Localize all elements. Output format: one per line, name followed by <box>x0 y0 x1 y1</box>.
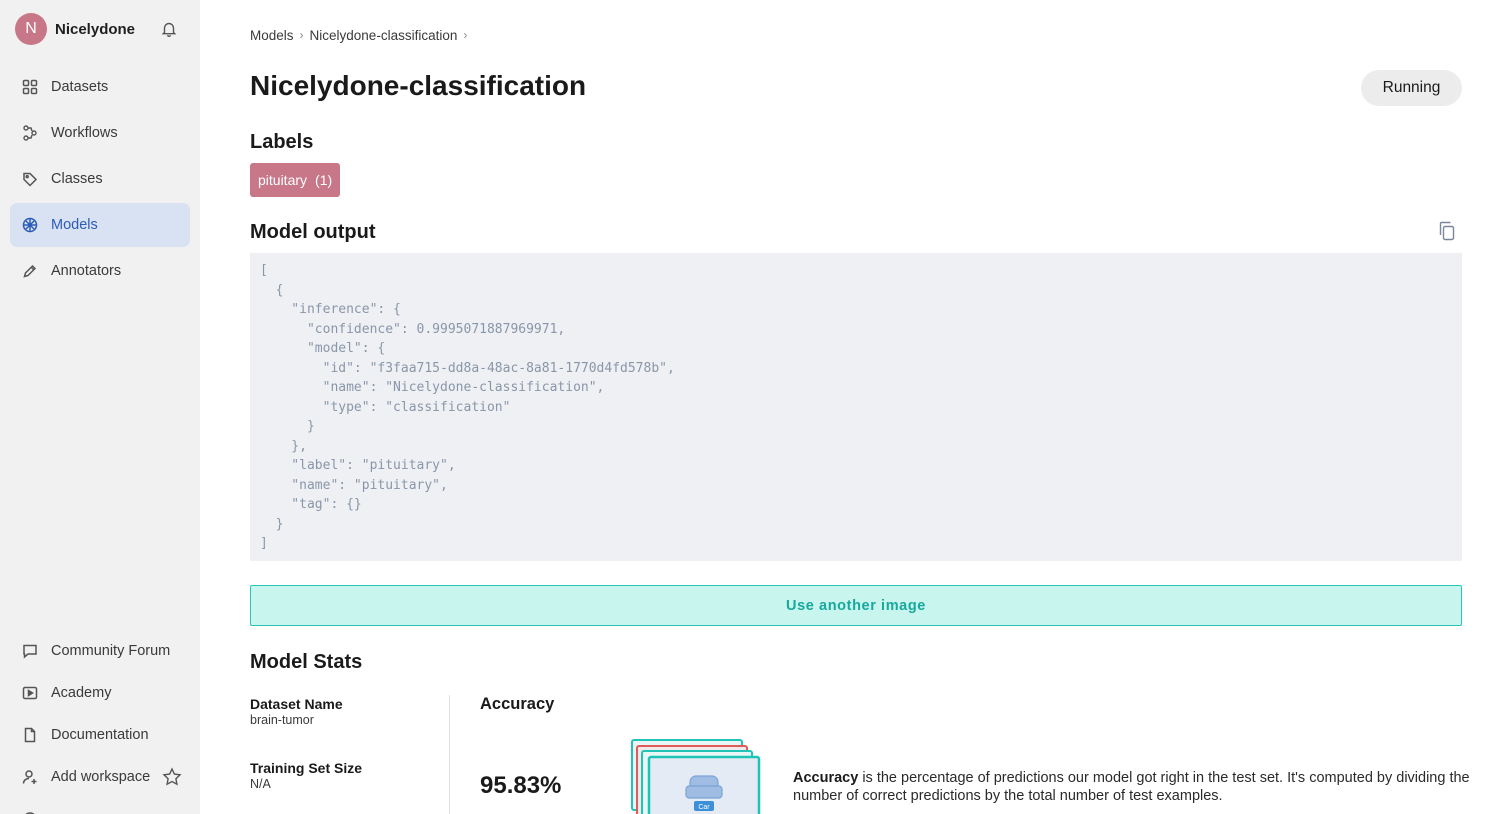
workflow-icon <box>22 125 38 141</box>
sidebar-item-academy[interactable]: Academy <box>10 671 190 715</box>
sidebar-item-community-forum[interactable]: Community Forum <box>10 629 190 673</box>
accuracy-value: 95.83% <box>480 772 562 799</box>
sidebar-item-workflows[interactable]: Workflows <box>10 111 190 155</box>
sidebar-item-label: Add workspace <box>51 769 151 785</box>
divider <box>449 695 450 814</box>
brain-icon <box>22 217 38 233</box>
pen-icon <box>22 263 38 279</box>
breadcrumb: Models › Nicelydone-classification › <box>250 26 473 44</box>
sidebar-item-classes[interactable]: Classes <box>10 157 190 201</box>
labels-heading: Labels <box>250 131 314 153</box>
accuracy-illustration: Car <box>631 739 761 814</box>
sidebar-item-label: Datasets <box>51 79 109 95</box>
sidebar-item-label: Community Forum <box>51 643 171 659</box>
tag-icon <box>22 171 38 187</box>
accuracy-term: Accuracy <box>793 770 859 786</box>
sidebar-item-annotators[interactable]: Annotators <box>10 249 190 293</box>
sidebar-item-label: Models <box>51 217 98 233</box>
breadcrumb-models[interactable]: Models <box>250 28 294 43</box>
sidebar-item-documentation[interactable]: Documentation <box>10 713 190 757</box>
model-output-heading: Model output <box>250 221 376 243</box>
illustration-label: Car <box>698 804 710 811</box>
training-set-size-value: N/A <box>250 777 271 791</box>
sidebar-item-label: Annotators <box>51 263 122 279</box>
sidebar-item-partial[interactable] <box>10 797 190 814</box>
training-set-size-label: Training Set Size <box>250 760 363 776</box>
play-icon <box>22 685 38 701</box>
breadcrumb-current[interactable]: Nicelydone-classification <box>310 28 458 43</box>
workspace-switcher[interactable]: N Nicelydone <box>15 13 195 45</box>
page-title: Nicelydone-classification <box>250 70 587 101</box>
chat-icon <box>22 643 38 659</box>
label-chip-count: (1) <box>315 172 333 188</box>
accuracy-description: Accuracy is the percentage of prediction… <box>793 769 1493 805</box>
label-chip-name: pituitary <box>258 172 308 188</box>
document-icon <box>22 727 38 743</box>
model-stats-heading: Model Stats <box>250 651 363 673</box>
sidebar-item-models[interactable]: Models <box>10 203 190 247</box>
dataset-name-label: Dataset Name <box>250 696 343 712</box>
copy-icon[interactable] <box>1437 220 1457 242</box>
sidebar: N Nicelydone Datasets Workflows Classes … <box>0 0 200 814</box>
use-another-image-button[interactable]: Use another image <box>250 585 1462 626</box>
workspace-name: Nicelydone <box>55 20 136 38</box>
status-button[interactable]: Running <box>1361 70 1462 106</box>
chevron-right-icon: › <box>463 28 468 42</box>
accuracy-heading: Accuracy <box>480 695 555 713</box>
bell-icon[interactable] <box>160 20 178 38</box>
grid-icon <box>22 79 38 95</box>
avatar: N <box>15 13 47 45</box>
sidebar-item-label: Academy <box>51 685 112 701</box>
accuracy-desc-text: is the percentage of predictions our mod… <box>793 770 1470 804</box>
add-user-icon <box>22 769 38 785</box>
dataset-name-value: brain-tumor <box>250 713 314 727</box>
chevron-right-icon: › <box>299 28 304 42</box>
car-icon <box>685 775 723 799</box>
star-icon[interactable] <box>162 767 182 787</box>
sidebar-item-label: Workflows <box>51 125 118 141</box>
sidebar-item-datasets[interactable]: Datasets <box>10 65 190 109</box>
label-chip[interactable]: pituitary (1) <box>250 163 341 197</box>
sidebar-item-label: Classes <box>51 171 103 187</box>
sidebar-item-label: Documentation <box>51 727 149 743</box>
model-output-code[interactable]: [ { "inference": { "confidence": 0.99950… <box>250 253 1462 561</box>
